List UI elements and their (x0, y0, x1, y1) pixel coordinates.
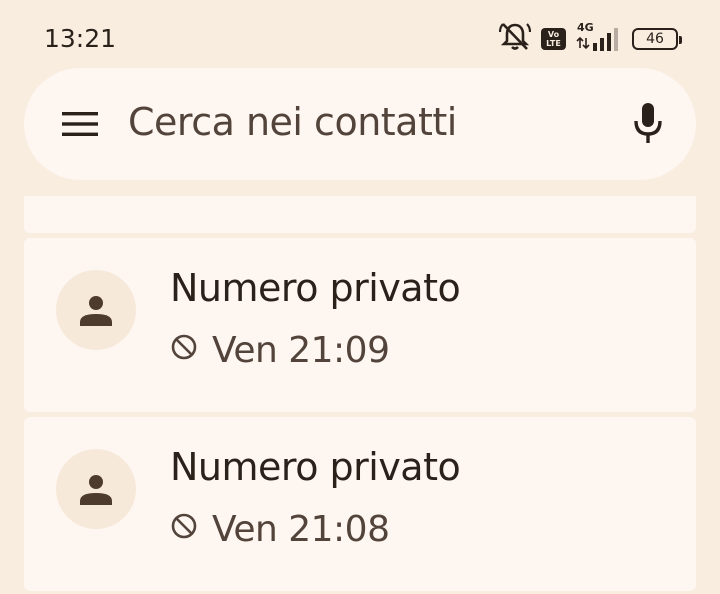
contact-name: Numero privato (170, 266, 461, 310)
person-icon (80, 296, 112, 326)
call-list-item[interactable]: Numero privato Ven 21:08 (24, 417, 696, 591)
call-meta: Ven 21:09 (170, 328, 390, 372)
call-time: Ven 21:08 (212, 508, 390, 550)
volte-bottom-label: LTE (546, 39, 561, 48)
avatar[interactable] (56, 449, 136, 529)
avatar[interactable] (56, 270, 136, 350)
call-meta: Ven 21:08 (170, 507, 390, 551)
hamburger-menu-icon[interactable] (62, 110, 98, 138)
contact-name: Numero privato (170, 445, 461, 489)
call-list-item-partial[interactable] (24, 196, 696, 233)
signal-4g-icon: 4G (576, 21, 622, 54)
battery-icon: 46 (632, 28, 682, 50)
status-bar: 13:21 Vo LTE 4G 46 (0, 0, 720, 72)
silent-bell-icon (498, 22, 532, 56)
blocked-icon (170, 333, 198, 361)
search-bar[interactable]: Cerca nei contatti (24, 68, 696, 180)
status-icons: Vo LTE 4G 46 (498, 21, 682, 56)
volte-badge-icon: Vo LTE (541, 28, 566, 50)
volte-top-label: Vo (547, 30, 560, 39)
call-time: Ven 21:09 (212, 329, 390, 371)
call-list-item[interactable]: Numero privato Ven 21:09 (24, 238, 696, 412)
microphone-icon[interactable] (632, 102, 664, 146)
person-icon (80, 475, 112, 505)
battery-level: 46 (646, 31, 664, 47)
search-input[interactable]: Cerca nei contatti (128, 100, 457, 144)
status-time: 13:21 (44, 24, 117, 53)
blocked-icon (170, 512, 198, 540)
